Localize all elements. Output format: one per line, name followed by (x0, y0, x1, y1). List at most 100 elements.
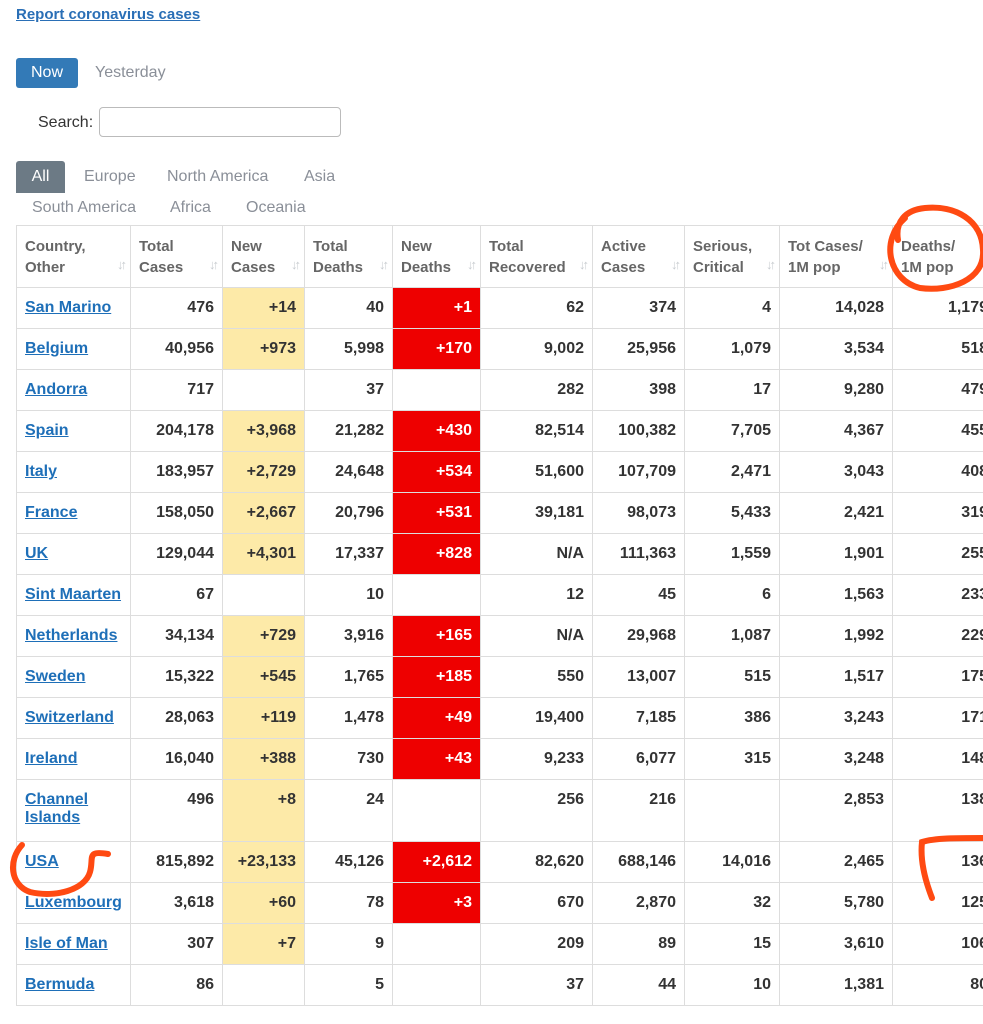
cell-total-recovered: 256 (480, 779, 593, 842)
cell-total-recovered: 9,233 (480, 738, 593, 780)
table-row: France 158,050 +2,667 20,796 +531 39,181 98,07… (16, 492, 983, 534)
column-header-new-cases[interactable]: New Cases ↓↑ (222, 225, 305, 288)
country-link[interactable]: Channel Islands (25, 791, 88, 826)
cell-country: Belgium (16, 328, 131, 370)
cell-deaths-per-million: 148 (892, 738, 983, 780)
region-tab-south-america[interactable]: South America (32, 192, 136, 224)
region-tab-north-america[interactable]: North America (167, 161, 268, 193)
cell-serious-critical: 315 (684, 738, 780, 780)
cell-cases-per-million: 2,465 (779, 841, 893, 883)
cell-total-recovered: 19,400 (480, 697, 593, 739)
country-link[interactable]: Sint Maarten (25, 586, 121, 603)
cell-new-deaths: +165 (392, 615, 481, 657)
country-link[interactable]: Italy (25, 463, 57, 480)
column-header-total-cases[interactable]: Total Cases ↓↑ (130, 225, 223, 288)
table-row: Netherlands 34,134 +729 3,916 +165 N/A 29,968 1… (16, 615, 983, 657)
region-tab-europe[interactable]: Europe (84, 161, 136, 193)
cell-total-deaths: 9 (304, 923, 393, 965)
cell-active-cases: 98,073 (592, 492, 685, 534)
column-header-total-deaths[interactable]: Total Deaths ↓↑ (304, 225, 393, 288)
covid-cases-table: Country, Other ↓↑ Total Cases ↓↑ New Cases ↓↑ … (16, 225, 983, 1006)
country-link[interactable]: Isle of Man (25, 935, 108, 952)
country-link[interactable]: Spain (25, 422, 69, 439)
table-row: Sweden 15,322 +545 1,765 +185 550 13,007 515 1,5… (16, 656, 983, 698)
country-link[interactable]: Luxembourg (25, 894, 122, 911)
cell-country: Switzerland (16, 697, 131, 739)
country-link[interactable]: USA (25, 853, 59, 870)
now-tab-button[interactable]: Now (16, 58, 78, 88)
cell-total-cases: 717 (130, 369, 223, 411)
cell-total-recovered: 62 (480, 287, 593, 329)
column-header-new-deaths[interactable]: New Deaths ↓↑ (392, 225, 481, 288)
country-link[interactable]: Sweden (25, 668, 85, 685)
cell-total-cases: 67 (130, 574, 223, 616)
cell-total-deaths: 5,998 (304, 328, 393, 370)
column-header-total-recovered[interactable]: Total Recovered ↓↑ (480, 225, 593, 288)
cell-new-cases: +23,133 (222, 841, 305, 883)
cell-new-cases: +7 (222, 923, 305, 965)
table-row: Isle of Man 307+79 20989153,610106 (16, 923, 983, 965)
sort-icon: ↓↑ (209, 257, 219, 272)
cell-active-cases: 45 (592, 574, 685, 616)
cell-active-cases: 44 (592, 964, 685, 1006)
cell-cases-per-million: 2,853 (779, 779, 893, 842)
cell-new-deaths (392, 923, 481, 965)
sort-icon: ↓↑ (291, 257, 301, 272)
column-header-country[interactable]: Country, Other ↓↑ (16, 225, 131, 288)
cell-new-deaths: +49 (392, 697, 481, 739)
cell-country: Netherlands (16, 615, 131, 657)
column-header-serious-critical[interactable]: Serious, Critical ↓↑ (684, 225, 780, 288)
country-link[interactable]: Andorra (25, 381, 87, 398)
country-link[interactable]: France (25, 504, 77, 521)
search-input[interactable] (99, 107, 341, 137)
table-row: Luxembourg 3,618+6078+36702,870325,780125 (16, 882, 983, 924)
cell-deaths-per-million: 229 (892, 615, 983, 657)
country-link[interactable]: UK (25, 545, 48, 562)
cell-deaths-per-million: 138 (892, 779, 983, 842)
cell-total-deaths: 10 (304, 574, 393, 616)
cell-total-deaths: 24,648 (304, 451, 393, 493)
table-row: UK 129,044 +4,301 17,337 +828 N/A 111,363 1,559… (16, 533, 983, 575)
cell-total-deaths: 40 (304, 287, 393, 329)
region-tab-africa[interactable]: Africa (170, 192, 211, 224)
cell-active-cases: 29,968 (592, 615, 685, 657)
column-header-cases-per-million[interactable]: Tot Cases/1M pop ↓↑ (779, 225, 893, 288)
cell-new-cases: +2,667 (222, 492, 305, 534)
region-tab-all[interactable]: All (16, 161, 65, 193)
cell-country: France (16, 492, 131, 534)
region-tab-oceania[interactable]: Oceania (246, 192, 306, 224)
sort-icon: ↓↑ (379, 257, 389, 272)
yesterday-tab-button[interactable]: Yesterday (95, 58, 166, 88)
cell-total-recovered: 209 (480, 923, 593, 965)
country-link[interactable]: Netherlands (25, 627, 117, 644)
cell-active-cases: 374 (592, 287, 685, 329)
country-link[interactable]: Belgium (25, 340, 88, 357)
cell-new-cases: +729 (222, 615, 305, 657)
column-header-deaths-per-million[interactable]: Deaths/1M pop↓ (892, 225, 983, 288)
cell-new-deaths (392, 369, 481, 411)
cell-total-recovered: 82,620 (480, 841, 593, 883)
cell-cases-per-million: 3,534 (779, 328, 893, 370)
sort-icon: ↓↑ (766, 257, 776, 272)
country-link[interactable]: Ireland (25, 750, 77, 767)
cell-total-recovered: 82,514 (480, 410, 593, 452)
cell-total-recovered: 12 (480, 574, 593, 616)
cell-new-deaths: +828 (392, 533, 481, 575)
column-header-active-cases[interactable]: Active Cases ↓↑ (592, 225, 685, 288)
country-link[interactable]: Switzerland (25, 709, 114, 726)
cell-serious-critical: 515 (684, 656, 780, 698)
cell-active-cases: 100,382 (592, 410, 685, 452)
report-cases-link[interactable]: Report coronavirus cases (16, 6, 200, 23)
cell-deaths-per-million: 80 (892, 964, 983, 1006)
cell-total-cases: 307 (130, 923, 223, 965)
cell-country: Luxembourg (16, 882, 131, 924)
cell-active-cases: 89 (592, 923, 685, 965)
cell-total-deaths: 45,126 (304, 841, 393, 883)
cell-total-deaths: 78 (304, 882, 393, 924)
region-tab-asia[interactable]: Asia (304, 161, 335, 193)
country-link[interactable]: Bermuda (25, 976, 94, 993)
country-link[interactable]: San Marino (25, 299, 111, 316)
cell-deaths-per-million: 455 (892, 410, 983, 452)
cell-deaths-per-million: 319 (892, 492, 983, 534)
table-row: Sint Maarten 67 10 124561,563233 (16, 574, 983, 616)
